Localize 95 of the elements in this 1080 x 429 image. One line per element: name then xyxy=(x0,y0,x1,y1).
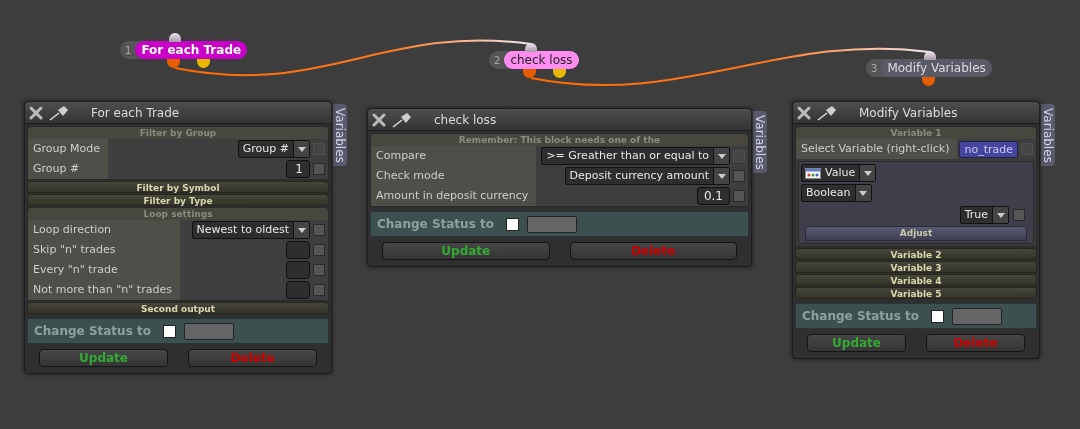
checkbox[interactable] xyxy=(162,324,176,338)
checkbox[interactable] xyxy=(313,224,325,236)
field-label: Check mode xyxy=(371,166,537,186)
caret-icon[interactable] xyxy=(713,168,729,184)
section-header[interactable]: Variable 2 xyxy=(795,248,1037,260)
caret-icon[interactable] xyxy=(854,185,871,201)
flow-node[interactable]: 1 For each Trade xyxy=(120,41,248,59)
field-label: Group # xyxy=(28,159,108,179)
variable-chip[interactable]: no_trade xyxy=(959,140,1018,158)
node-number: 1 xyxy=(125,43,133,58)
input-port-icon[interactable] xyxy=(169,33,181,42)
panel-title: For each Trade xyxy=(91,104,180,122)
value-icon xyxy=(805,167,821,179)
dropdown-value: Value xyxy=(824,165,857,181)
input-port-icon[interactable] xyxy=(924,51,936,60)
output-port-icon[interactable] xyxy=(922,77,935,86)
field-label: Select Variable (right-click) xyxy=(796,139,958,159)
checkbox[interactable] xyxy=(313,284,325,296)
number-field[interactable]: 0.1 xyxy=(696,187,730,205)
dropdown[interactable]: Value xyxy=(801,164,877,182)
field-label: Skip "n" trades xyxy=(28,240,180,260)
node-label: check loss xyxy=(504,51,579,69)
caret-icon[interactable] xyxy=(992,207,1008,223)
color-swatch[interactable] xyxy=(183,322,234,340)
dropdown-value: True xyxy=(963,207,989,223)
field-label: Compare xyxy=(371,146,537,166)
dropdown[interactable]: >= Greather than or equal to xyxy=(541,147,730,165)
section-header[interactable]: Variable 3 xyxy=(795,261,1037,273)
caret-icon[interactable] xyxy=(713,148,729,164)
field-label: Loop direction xyxy=(28,220,180,240)
dropdown-value: Newest to oldest xyxy=(195,222,290,238)
checkbox[interactable] xyxy=(505,217,519,231)
variables-tab[interactable]: Variables xyxy=(1041,104,1055,166)
close-icon[interactable] xyxy=(29,105,43,120)
flow-node[interactable]: 2 check loss xyxy=(489,51,579,69)
pin-icon[interactable] xyxy=(49,104,69,121)
dropdown[interactable]: True xyxy=(959,206,1009,224)
output-port-icon[interactable] xyxy=(523,69,536,78)
number-field[interactable] xyxy=(286,281,310,299)
flow-node[interactable]: 3 Modify Variables xyxy=(866,59,992,77)
dropdown[interactable]: Deposit currency amount xyxy=(564,167,730,185)
input-port-icon[interactable] xyxy=(525,43,537,52)
status-label: Change Status to xyxy=(34,323,152,340)
panel-title: Modify Variables xyxy=(859,104,958,122)
field-label: Amount in deposit currency xyxy=(371,186,537,206)
node-number: 2 xyxy=(494,53,502,68)
dropdown-value: >= Greather than or equal to xyxy=(545,148,710,164)
section-header[interactable]: Second output xyxy=(27,302,329,314)
number-field[interactable]: 1 xyxy=(286,160,310,178)
update-button[interactable]: Update xyxy=(807,334,906,352)
pin-icon[interactable] xyxy=(817,104,837,121)
caret-icon[interactable] xyxy=(859,165,876,181)
section-header[interactable]: Filter by Symbol xyxy=(27,181,329,193)
dropdown-value: Boolean xyxy=(805,185,852,201)
field-label: Not more than "n" trades xyxy=(28,280,180,300)
adjust-button[interactable]: Adjust xyxy=(805,226,1027,241)
checkbox[interactable] xyxy=(733,170,745,182)
color-swatch[interactable] xyxy=(526,215,577,233)
field-label: Every "n" trade xyxy=(28,260,180,280)
node-label: Modify Variables xyxy=(881,59,992,77)
caret-icon[interactable] xyxy=(293,222,309,238)
node-label: For each Trade xyxy=(135,41,248,59)
section-header[interactable]: Variable 5 xyxy=(795,287,1037,299)
status-label: Change Status to xyxy=(802,308,920,325)
checkbox[interactable] xyxy=(313,163,325,175)
variables-tab[interactable]: Variables xyxy=(753,111,767,173)
checkbox[interactable] xyxy=(313,244,325,256)
section-header[interactable]: Variable 4 xyxy=(795,274,1037,286)
dropdown[interactable]: Newest to oldest xyxy=(191,221,310,239)
checkbox[interactable] xyxy=(1013,209,1025,221)
close-icon[interactable] xyxy=(372,112,386,127)
variables-tab[interactable]: Variables xyxy=(333,104,347,166)
number-field[interactable] xyxy=(286,261,310,279)
checkbox[interactable] xyxy=(733,190,745,202)
field-label: Group Mode xyxy=(28,139,108,159)
close-icon[interactable] xyxy=(797,105,811,120)
dropdown-value: Group # xyxy=(241,141,290,157)
output-port-icon[interactable] xyxy=(553,69,566,78)
caret-icon[interactable] xyxy=(293,141,309,157)
color-swatch[interactable] xyxy=(951,307,1002,325)
update-button[interactable]: Update xyxy=(39,349,168,367)
pin-icon[interactable] xyxy=(392,111,412,128)
checkbox[interactable] xyxy=(313,264,325,276)
dropdown[interactable]: Boolean xyxy=(801,184,872,202)
number-field[interactable] xyxy=(286,241,310,259)
checkbox[interactable] xyxy=(930,309,944,323)
panel-title: check loss xyxy=(434,111,497,129)
output-port-icon[interactable] xyxy=(197,59,210,68)
node-number: 3 xyxy=(871,61,879,76)
dropdown[interactable]: Group # xyxy=(237,140,310,158)
update-button[interactable]: Update xyxy=(382,242,550,260)
section-header[interactable]: Filter by Type xyxy=(27,194,329,206)
status-label: Change Status to xyxy=(377,216,495,233)
output-port-icon[interactable] xyxy=(167,59,180,68)
dropdown-value: Deposit currency amount xyxy=(568,168,710,184)
